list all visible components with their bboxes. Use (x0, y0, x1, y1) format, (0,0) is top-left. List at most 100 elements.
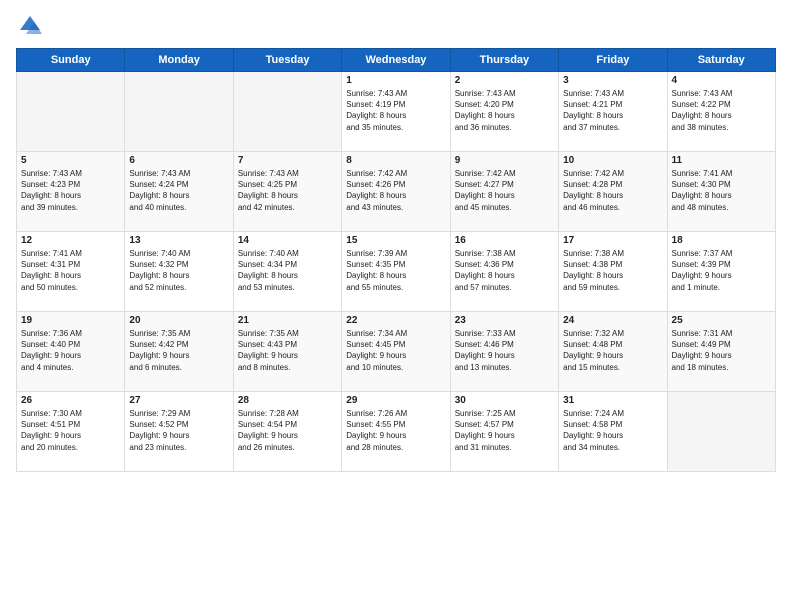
calendar-cell: 7 Sunrise: 7:43 AM Sunset: 4:25 PM Daylig… (233, 152, 341, 232)
calendar-cell (17, 72, 125, 152)
cell-info: Sunrise: 7:38 AM Sunset: 4:36 PM Dayligh… (455, 248, 554, 293)
calendar-cell: 15 Sunrise: 7:39 AM Sunset: 4:35 PM Dayli… (342, 232, 450, 312)
day-number: 11 (672, 155, 771, 166)
cell-info: Sunrise: 7:43 AM Sunset: 4:20 PM Dayligh… (455, 88, 554, 133)
cell-info: Sunrise: 7:32 AM Sunset: 4:48 PM Dayligh… (563, 328, 662, 373)
day-number: 16 (455, 235, 554, 246)
week-row-1: 1Sunrise: 7:43 AM Sunset: 4:19 PM Daylig… (17, 72, 776, 152)
header (16, 12, 776, 40)
day-number: 4 (672, 75, 771, 86)
day-header-wednesday: Wednesday (342, 49, 450, 72)
calendar-cell: 4 Sunrise: 7:43 AM Sunset: 4:22 PM Daylig… (667, 72, 775, 152)
cell-info: Sunrise: 7:37 AM Sunset: 4:39 PM Dayligh… (672, 248, 771, 293)
day-number: 25 (672, 315, 771, 326)
cell-info: Sunrise: 7:42 AM Sunset: 4:28 PM Dayligh… (563, 168, 662, 213)
day-header-monday: Monday (125, 49, 233, 72)
day-number: 19 (21, 315, 120, 326)
cell-info: Sunrise: 7:30 AM Sunset: 4:51 PM Dayligh… (21, 408, 120, 453)
day-number: 13 (129, 235, 228, 246)
day-number: 14 (238, 235, 337, 246)
week-row-4: 19 Sunrise: 7:36 AM Sunset: 4:40 PM Dayli… (17, 312, 776, 392)
cell-info: Sunrise: 7:43 AM Sunset: 4:22 PM Dayligh… (672, 88, 771, 133)
days-header-row: SundayMondayTuesdayWednesdayThursdayFrid… (17, 49, 776, 72)
calendar-cell: 29 Sunrise: 7:26 AM Sunset: 4:55 PM Dayli… (342, 392, 450, 472)
day-number: 21 (238, 315, 337, 326)
calendar-page: SundayMondayTuesdayWednesdayThursdayFrid… (0, 0, 792, 612)
cell-info: Sunrise: 7:41 AM Sunset: 4:30 PM Dayligh… (672, 168, 771, 213)
cell-info: Sunrise: 7:43 AM Sunset: 4:25 PM Dayligh… (238, 168, 337, 213)
day-number: 24 (563, 315, 662, 326)
calendar-cell: 13Sunrise: 7:40 AM Sunset: 4:32 PM Dayli… (125, 232, 233, 312)
calendar-cell: 3 Sunrise: 7:43 AM Sunset: 4:21 PM Daylig… (559, 72, 667, 152)
day-number: 27 (129, 395, 228, 406)
day-header-tuesday: Tuesday (233, 49, 341, 72)
day-number: 31 (563, 395, 662, 406)
week-row-5: 26 Sunrise: 7:30 AM Sunset: 4:51 PM Dayli… (17, 392, 776, 472)
day-number: 2 (455, 75, 554, 86)
day-number: 23 (455, 315, 554, 326)
calendar-cell: 1Sunrise: 7:43 AM Sunset: 4:19 PM Daylig… (342, 72, 450, 152)
cell-info: Sunrise: 7:28 AM Sunset: 4:54 PM Dayligh… (238, 408, 337, 453)
cell-info: Sunrise: 7:33 AM Sunset: 4:46 PM Dayligh… (455, 328, 554, 373)
calendar-cell (233, 72, 341, 152)
cell-info: Sunrise: 7:35 AM Sunset: 4:42 PM Dayligh… (129, 328, 228, 373)
day-header-friday: Friday (559, 49, 667, 72)
cell-info: Sunrise: 7:43 AM Sunset: 4:23 PM Dayligh… (21, 168, 120, 213)
cell-info: Sunrise: 7:34 AM Sunset: 4:45 PM Dayligh… (346, 328, 445, 373)
week-row-3: 12Sunrise: 7:41 AM Sunset: 4:31 PM Dayli… (17, 232, 776, 312)
calendar-cell (667, 392, 775, 472)
calendar-cell: 11 Sunrise: 7:41 AM Sunset: 4:30 PM Dayli… (667, 152, 775, 232)
day-number: 30 (455, 395, 554, 406)
cell-info: Sunrise: 7:39 AM Sunset: 4:35 PM Dayligh… (346, 248, 445, 293)
day-number: 7 (238, 155, 337, 166)
day-number: 12 (21, 235, 120, 246)
calendar-table: SundayMondayTuesdayWednesdayThursdayFrid… (16, 48, 776, 472)
day-number: 29 (346, 395, 445, 406)
calendar-cell: 14 Sunrise: 7:40 AM Sunset: 4:34 PM Dayli… (233, 232, 341, 312)
cell-info: Sunrise: 7:36 AM Sunset: 4:40 PM Dayligh… (21, 328, 120, 373)
day-number: 10 (563, 155, 662, 166)
week-row-2: 5Sunrise: 7:43 AM Sunset: 4:23 PM Daylig… (17, 152, 776, 232)
calendar-cell: 9 Sunrise: 7:42 AM Sunset: 4:27 PM Daylig… (450, 152, 558, 232)
day-header-sunday: Sunday (17, 49, 125, 72)
cell-info: Sunrise: 7:35 AM Sunset: 4:43 PM Dayligh… (238, 328, 337, 373)
cell-info: Sunrise: 7:42 AM Sunset: 4:26 PM Dayligh… (346, 168, 445, 213)
day-number: 9 (455, 155, 554, 166)
calendar-cell: 16 Sunrise: 7:38 AM Sunset: 4:36 PM Dayli… (450, 232, 558, 312)
day-number: 28 (238, 395, 337, 406)
calendar-cell: 26 Sunrise: 7:30 AM Sunset: 4:51 PM Dayli… (17, 392, 125, 472)
cell-info: Sunrise: 7:43 AM Sunset: 4:21 PM Dayligh… (563, 88, 662, 133)
day-number: 3 (563, 75, 662, 86)
calendar-cell: 21 Sunrise: 7:35 AM Sunset: 4:43 PM Dayli… (233, 312, 341, 392)
cell-info: Sunrise: 7:24 AM Sunset: 4:58 PM Dayligh… (563, 408, 662, 453)
cell-info: Sunrise: 7:40 AM Sunset: 4:34 PM Dayligh… (238, 248, 337, 293)
calendar-cell: 24 Sunrise: 7:32 AM Sunset: 4:48 PM Dayli… (559, 312, 667, 392)
day-number: 15 (346, 235, 445, 246)
calendar-cell: 22 Sunrise: 7:34 AM Sunset: 4:45 PM Dayli… (342, 312, 450, 392)
day-header-thursday: Thursday (450, 49, 558, 72)
day-number: 22 (346, 315, 445, 326)
calendar-cell: 27 Sunrise: 7:29 AM Sunset: 4:52 PM Dayli… (125, 392, 233, 472)
calendar-cell: 28 Sunrise: 7:28 AM Sunset: 4:54 PM Dayli… (233, 392, 341, 472)
day-number: 26 (21, 395, 120, 406)
calendar-cell: 5Sunrise: 7:43 AM Sunset: 4:23 PM Daylig… (17, 152, 125, 232)
day-number: 20 (129, 315, 228, 326)
cell-info: Sunrise: 7:29 AM Sunset: 4:52 PM Dayligh… (129, 408, 228, 453)
day-number: 18 (672, 235, 771, 246)
calendar-cell: 18 Sunrise: 7:37 AM Sunset: 4:39 PM Dayli… (667, 232, 775, 312)
calendar-cell: 2 Sunrise: 7:43 AM Sunset: 4:20 PM Daylig… (450, 72, 558, 152)
calendar-cell: 6Sunrise: 7:43 AM Sunset: 4:24 PM Daylig… (125, 152, 233, 232)
calendar-cell: 23 Sunrise: 7:33 AM Sunset: 4:46 PM Dayli… (450, 312, 558, 392)
calendar-cell: 31 Sunrise: 7:24 AM Sunset: 4:58 PM Dayli… (559, 392, 667, 472)
cell-info: Sunrise: 7:26 AM Sunset: 4:55 PM Dayligh… (346, 408, 445, 453)
cell-info: Sunrise: 7:31 AM Sunset: 4:49 PM Dayligh… (672, 328, 771, 373)
logo (16, 12, 48, 40)
cell-info: Sunrise: 7:43 AM Sunset: 4:19 PM Dayligh… (346, 88, 445, 133)
calendar-cell (125, 72, 233, 152)
calendar-cell: 19 Sunrise: 7:36 AM Sunset: 4:40 PM Dayli… (17, 312, 125, 392)
calendar-cell: 30 Sunrise: 7:25 AM Sunset: 4:57 PM Dayli… (450, 392, 558, 472)
calendar-cell: 25 Sunrise: 7:31 AM Sunset: 4:49 PM Dayli… (667, 312, 775, 392)
cell-info: Sunrise: 7:25 AM Sunset: 4:57 PM Dayligh… (455, 408, 554, 453)
day-number: 8 (346, 155, 445, 166)
cell-info: Sunrise: 7:42 AM Sunset: 4:27 PM Dayligh… (455, 168, 554, 213)
